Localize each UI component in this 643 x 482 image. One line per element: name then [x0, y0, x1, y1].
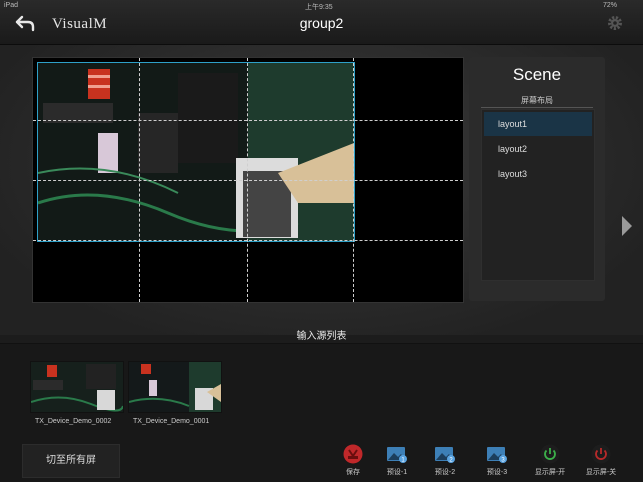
- bottom-panel: TX_Device_Demo_0002 TX_Device_Demo_0001 …: [0, 344, 643, 482]
- thumbnail-image: [129, 362, 221, 412]
- chevron-right-icon[interactable]: [620, 215, 634, 237]
- status-battery: 72%: [603, 2, 618, 9]
- grid-line: [33, 180, 463, 181]
- status-time: 上午9:35: [305, 4, 333, 11]
- layout-list: layout1 layout2 layout3: [481, 109, 595, 281]
- scene-title: Scene: [512, 65, 562, 84]
- scene-panel: Scene 屏幕布局 layout1 layout2 layout3: [469, 57, 605, 301]
- power-off-icon: [591, 444, 611, 464]
- status-device: iPad: [4, 2, 19, 9]
- gear-icon[interactable]: [606, 14, 624, 32]
- divider: [481, 107, 593, 108]
- preset-3-label: 预设-3: [486, 469, 508, 476]
- display-on-button[interactable]: 显示屏-开: [525, 440, 575, 480]
- preset-2-label: 预设-2: [434, 469, 456, 476]
- layout-item[interactable]: layout3: [484, 162, 592, 186]
- nav-bar: iPad 上午9:35 72% VisualM group2: [0, 0, 643, 45]
- save-button[interactable]: 保存: [328, 440, 378, 480]
- thumbnail-image: [31, 362, 123, 412]
- grid-line: [33, 240, 463, 241]
- preset-image-icon: 3: [487, 447, 507, 464]
- status-bar: iPad 上午9:35 72%: [0, 0, 643, 12]
- preset-2-button[interactable]: 2 预设-2: [420, 440, 470, 480]
- preset-1-button[interactable]: 1 预设-1: [372, 440, 422, 480]
- layout-item[interactable]: layout1: [484, 112, 592, 136]
- display-on-label: 显示屏-开: [534, 469, 566, 476]
- input-name: TX_Device_Demo_0002: [35, 418, 112, 425]
- input-thumbnail[interactable]: [128, 361, 222, 413]
- input-source-title: 输入源列表: [296, 331, 347, 342]
- screen-preview[interactable]: [32, 57, 464, 303]
- page-title: group2: [299, 15, 344, 31]
- power-on-icon: [540, 444, 560, 464]
- layout-item[interactable]: layout2: [484, 137, 592, 161]
- preset-1-label: 预设-1: [386, 469, 408, 476]
- video-frame-image: [38, 63, 354, 241]
- grid-line: [33, 120, 463, 121]
- scene-subtitle: 屏幕布局: [521, 96, 553, 105]
- input-thumbnail[interactable]: [30, 361, 124, 413]
- display-off-button[interactable]: 显示屏-关: [576, 440, 626, 480]
- preset-image-icon: 1: [387, 447, 407, 464]
- display-off-label: 显示屏-关: [585, 469, 617, 476]
- preset-3-button[interactable]: 3 预设-3: [472, 440, 522, 480]
- preset-image-icon: 2: [435, 447, 455, 464]
- save-label: 保存: [346, 469, 360, 476]
- save-icon: [343, 444, 363, 464]
- main-area: Scene 屏幕布局 layout1 layout2 layout3: [0, 45, 643, 335]
- video-window[interactable]: [37, 62, 355, 242]
- switch-all-screens-button[interactable]: 切至所有屏: [22, 444, 120, 478]
- input-name: TX_Device_Demo_0001: [133, 418, 210, 425]
